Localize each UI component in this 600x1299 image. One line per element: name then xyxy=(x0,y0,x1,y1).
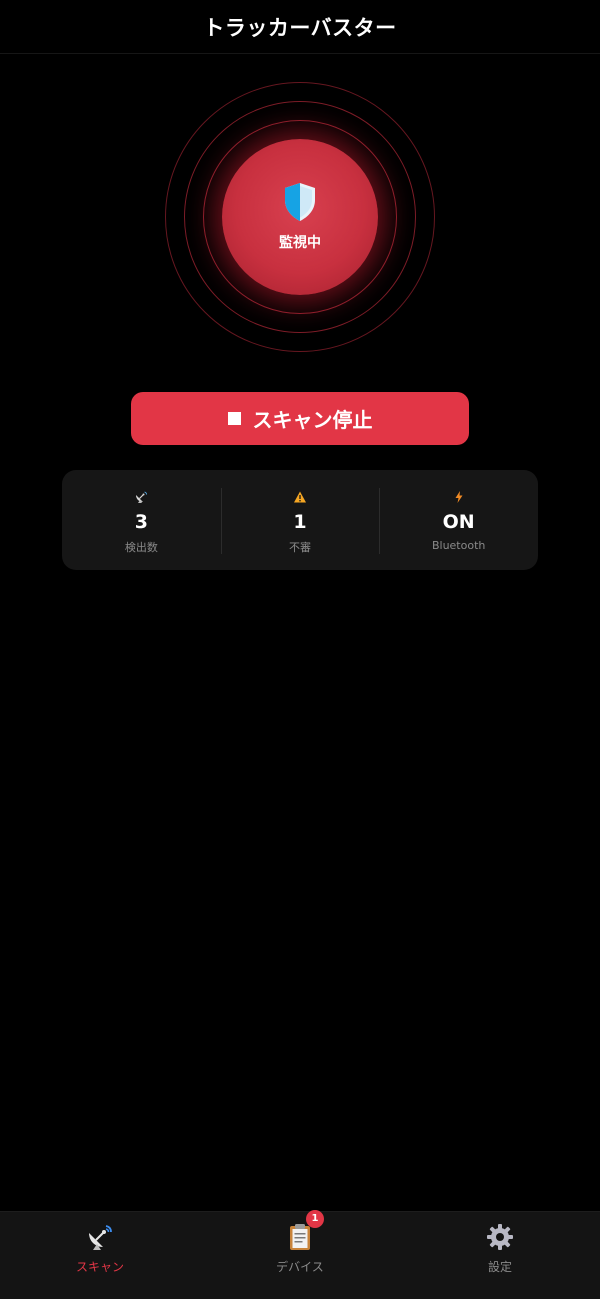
stat-value: ON xyxy=(442,511,475,533)
stat-detected: 3 検出数 xyxy=(62,470,221,570)
gear-icon xyxy=(487,1224,513,1250)
shield-icon xyxy=(285,183,315,221)
app-header: トラッカーバスター xyxy=(0,0,600,54)
stat-bluetooth: ON Bluetooth xyxy=(379,470,538,570)
nav-item-scan[interactable]: スキャン xyxy=(0,1212,200,1299)
app-screen: トラッカーバスター 監視中 スキャン停止 3 検出数 1 不審 ON Bluet… xyxy=(0,0,600,1299)
nav-label: デバイス xyxy=(276,1260,324,1274)
stop-scan-label: スキャン停止 xyxy=(252,410,373,432)
stat-suspicious: 1 不審 xyxy=(220,470,380,570)
stats-card: 3 検出数 1 不審 ON Bluetooth xyxy=(62,470,538,570)
stat-value: 3 xyxy=(134,511,148,533)
notification-badge: 1 xyxy=(306,1210,324,1228)
radar-indicator: 監視中 xyxy=(165,82,435,352)
monitoring-status: 監視中 xyxy=(279,235,321,251)
bottom-nav: スキャン 1 デバイス 設定 xyxy=(0,1210,600,1299)
lightning-icon xyxy=(455,491,463,503)
stat-value: 1 xyxy=(293,511,307,533)
radar-core: 監視中 xyxy=(222,139,378,295)
satellite-dish-icon xyxy=(89,1225,112,1250)
nav-item-devices[interactable]: 1 デバイス xyxy=(200,1210,400,1299)
warning-icon xyxy=(294,491,306,503)
nav-item-settings[interactable]: 設定 xyxy=(400,1212,600,1299)
satellite-dish-icon xyxy=(136,491,148,503)
page-title: トラッカーバスター xyxy=(203,15,397,40)
nav-label: スキャン xyxy=(75,1260,124,1274)
stat-label: 不審 xyxy=(289,541,311,554)
stop-square-icon xyxy=(227,412,241,425)
nav-label: 設定 xyxy=(487,1260,512,1274)
stat-label: Bluetooth xyxy=(431,539,486,552)
clipboard-icon-wrapper: 1 xyxy=(285,1210,324,1252)
stop-scan-button[interactable]: スキャン停止 xyxy=(131,392,469,445)
stat-label: 検出数 xyxy=(124,541,158,554)
